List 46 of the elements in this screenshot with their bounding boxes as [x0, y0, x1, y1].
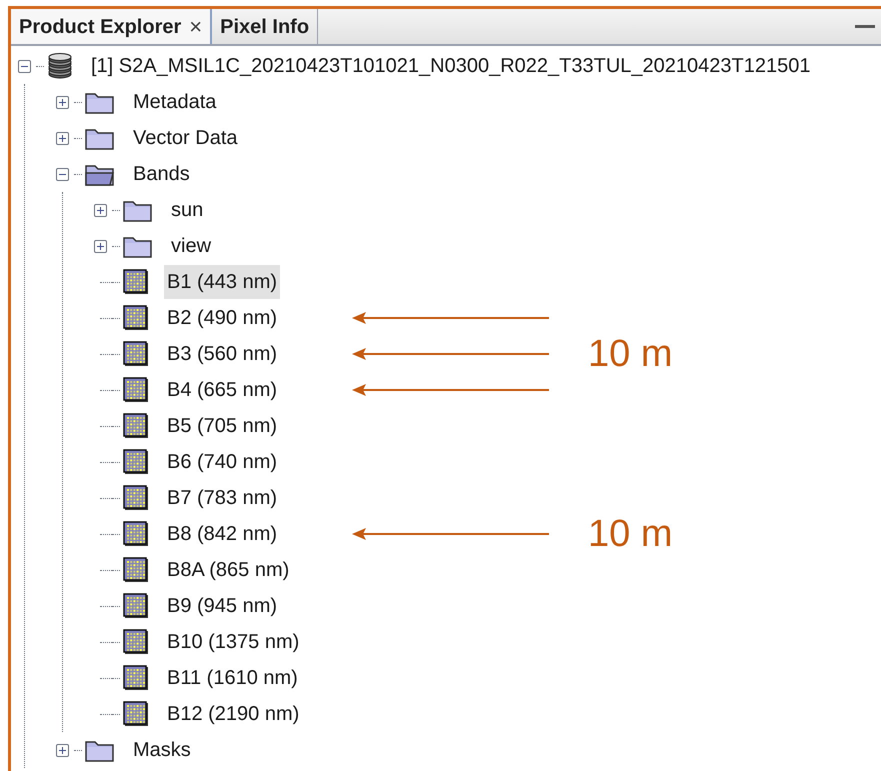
tree-item[interactable]: B8A (865 nm) — [164, 553, 292, 587]
raster-grid-icon — [122, 268, 150, 296]
raster-grid-icon — [122, 628, 150, 656]
raster-grid-icon — [122, 412, 150, 440]
tree-item[interactable]: B6 (740 nm) — [164, 445, 280, 479]
tree-item[interactable]: B11 (1610 nm) — [164, 661, 301, 695]
raster-grid-icon — [122, 592, 150, 620]
tree-item[interactable]: B5 (705 nm) — [164, 409, 280, 443]
tree-item[interactable]: sun — [168, 193, 206, 227]
collapse-toggle[interactable] — [18, 60, 30, 72]
raster-grid-icon — [122, 340, 150, 368]
annotation-label: 10 m — [588, 336, 672, 372]
tree-item[interactable]: B4 (665 nm) — [164, 373, 280, 407]
tree-item[interactable]: Masks — [130, 733, 194, 767]
tree-item[interactable]: B8 (842 nm) — [164, 517, 280, 551]
tree-item[interactable]: B7 (783 nm) — [164, 481, 280, 515]
tree-item[interactable]: view — [168, 229, 214, 263]
database-icon — [46, 53, 74, 79]
tree-item[interactable]: Bands — [130, 157, 193, 191]
tree-item[interactable]: B1 (443 nm) — [164, 265, 280, 299]
raster-grid-icon — [122, 556, 150, 584]
tree-item[interactable]: Metadata — [130, 85, 220, 119]
raster-grid-icon — [122, 484, 150, 512]
raster-grid-icon — [122, 700, 150, 728]
expand-toggle[interactable] — [94, 204, 106, 216]
collapse-toggle[interactable] — [56, 168, 68, 180]
tree-item[interactable]: B12 (2190 nm) — [164, 697, 302, 731]
raster-grid-icon — [122, 448, 150, 476]
expand-toggle[interactable] — [56, 96, 68, 108]
raster-grid-icon — [122, 376, 150, 404]
tree-item[interactable]: [1] S2A_MSIL1C_20210423T101021_N0300_R022_T33TUL_20210423T121501 — [88, 49, 814, 83]
tree-item[interactable]: B9 (945 nm) — [164, 589, 280, 623]
tree-item[interactable]: B2 (490 nm) — [164, 301, 280, 335]
expand-toggle[interactable] — [94, 240, 106, 252]
raster-grid-icon — [122, 520, 150, 548]
raster-grid-icon — [122, 664, 150, 692]
annotation-label: 10 m — [588, 516, 672, 552]
expand-toggle[interactable] — [56, 744, 68, 756]
close-icon[interactable]: × — [189, 10, 202, 43]
tab[interactable]: Product Explorer × — [11, 9, 212, 44]
tree-item[interactable]: B3 (560 nm) — [164, 337, 280, 371]
tab[interactable]: Pixel Info — [212, 9, 318, 44]
raster-grid-icon — [122, 304, 150, 332]
tree-item[interactable]: B10 (1375 nm) — [164, 625, 302, 659]
expand-toggle[interactable] — [56, 132, 68, 144]
tree-item[interactable]: Vector Data — [130, 121, 241, 155]
